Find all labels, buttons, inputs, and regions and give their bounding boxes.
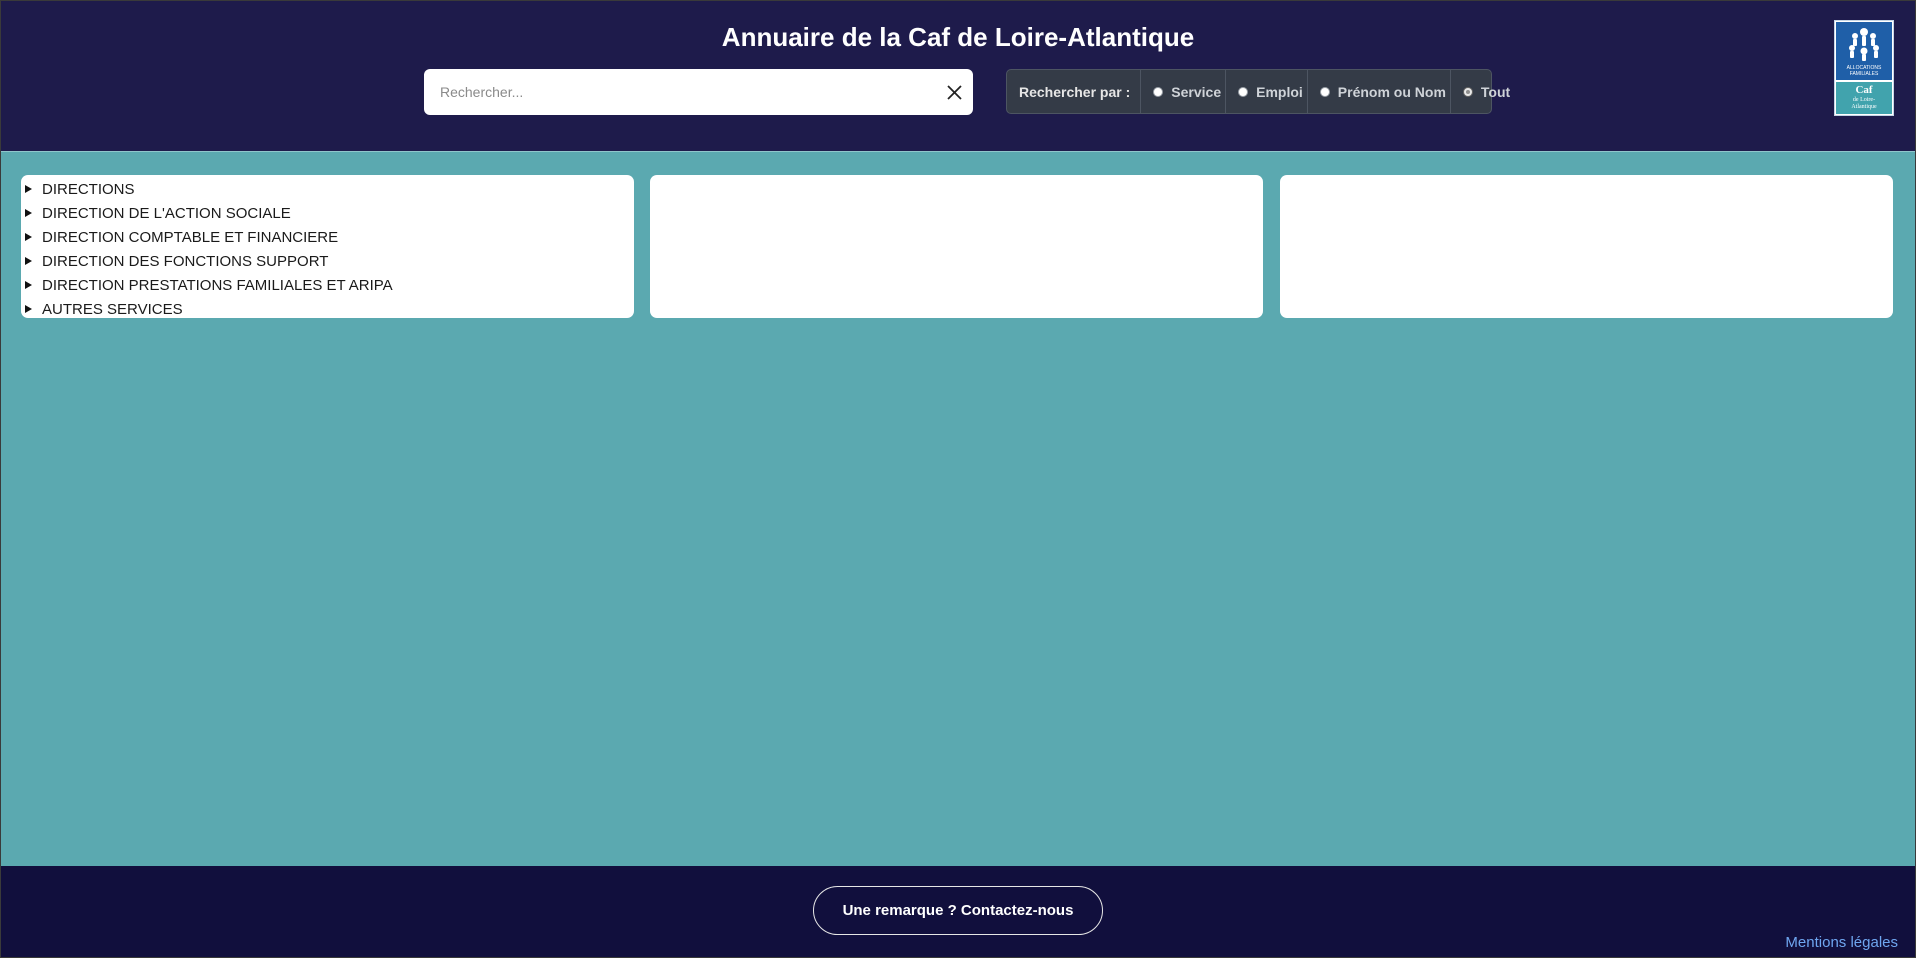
close-icon	[947, 85, 962, 100]
logo-sub-line: Atlantique	[1851, 104, 1877, 110]
logo-line: FAMILIALES	[1849, 71, 1879, 77]
tree-item-comptable-financiere[interactable]: DIRECTION COMPTABLE ET FINANCIERE	[21, 226, 634, 250]
page-footer: Une remarque ? Contactez-nous Mentions l…	[1, 866, 1915, 957]
tree-item-autres-services[interactable]: AUTRES SERVICES	[21, 298, 634, 322]
logo-sub-line: de Loire-	[1852, 97, 1876, 103]
search-input[interactable]	[424, 69, 904, 115]
logo-family-emblem: ALLOCATIONS FAMILIALES	[1836, 22, 1892, 80]
radio-prenom-nom[interactable]	[1319, 86, 1330, 97]
filter-option-label: Service	[1171, 83, 1222, 100]
filter-label: Rechercher par :	[1019, 83, 1131, 100]
logo-caf-block: Caf de Loire- Atlantique	[1836, 82, 1892, 114]
tree-item-label: DIRECTION COMPTABLE ET FINANCIERE	[42, 229, 339, 246]
expand-triangle-icon	[25, 281, 32, 289]
tree-item-prestations-familiales[interactable]: DIRECTION PRESTATIONS FAMILIALES ET ARIP…	[21, 274, 634, 298]
tree-item-fonctions-support[interactable]: DIRECTION DES FONCTIONS SUPPORT	[21, 250, 634, 274]
page-header: Annuaire de la Caf de Loire-Atlantique R…	[1, 1, 1915, 152]
expand-triangle-icon	[25, 257, 32, 265]
search-filter-group: Rechercher par : Service Emploi Prénom o…	[1006, 69, 1510, 114]
services-panel	[650, 175, 1263, 318]
expand-triangle-icon	[25, 305, 32, 313]
tree-item-label: AUTRES SERVICES	[42, 301, 183, 318]
filter-option-emploi[interactable]: Emploi	[1225, 70, 1307, 113]
expand-triangle-icon	[25, 233, 32, 241]
filter-option-service[interactable]: Service	[1140, 70, 1225, 113]
filter-option-label: Prénom ou Nom	[1337, 83, 1446, 100]
family-icon	[1849, 28, 1879, 61]
caf-logo: ALLOCATIONS FAMILIALES Caf de Loire- Atl…	[1834, 20, 1894, 116]
tree-item-label: DIRECTION DES FONCTIONS SUPPORT	[42, 253, 329, 270]
directions-panel: DIRECTIONS DIRECTION DE L'ACTION SOCIALE…	[21, 175, 634, 318]
filter-option-label: Tout	[1480, 83, 1511, 100]
tree-item-label: DIRECTIONS	[42, 181, 135, 198]
tree-item-action-sociale[interactable]: DIRECTION DE L'ACTION SOCIALE	[21, 202, 634, 226]
logo-caf-text: Caf	[1855, 84, 1873, 96]
filter-option-tout[interactable]: Tout	[1449, 70, 1514, 113]
tree-item-label: DIRECTION DE L'ACTION SOCIALE	[42, 205, 291, 222]
legal-notice-link[interactable]: Mentions légales	[1785, 934, 1898, 951]
clear-search-button[interactable]	[943, 80, 967, 104]
expand-triangle-icon	[25, 209, 32, 217]
expand-triangle-icon	[25, 185, 32, 193]
tree-item-directions[interactable]: DIRECTIONS	[21, 178, 634, 202]
contact-button[interactable]: Une remarque ? Contactez-nous	[813, 886, 1103, 935]
tree-item-label: DIRECTION PRESTATIONS FAMILIALES ET ARIP…	[42, 277, 393, 294]
details-panel	[1280, 175, 1893, 318]
filter-option-prenom-nom[interactable]: Prénom ou Nom	[1306, 70, 1450, 113]
radio-emploi[interactable]	[1238, 86, 1249, 97]
radio-service[interactable]	[1153, 86, 1164, 97]
filter-option-label: Emploi	[1256, 83, 1303, 100]
page-title: Annuaire de la Caf de Loire-Atlantique	[721, 22, 1195, 52]
radio-tout[interactable]	[1462, 86, 1473, 97]
directions-tree: DIRECTIONS DIRECTION DE L'ACTION SOCIALE…	[21, 175, 634, 322]
search-box	[424, 69, 973, 115]
